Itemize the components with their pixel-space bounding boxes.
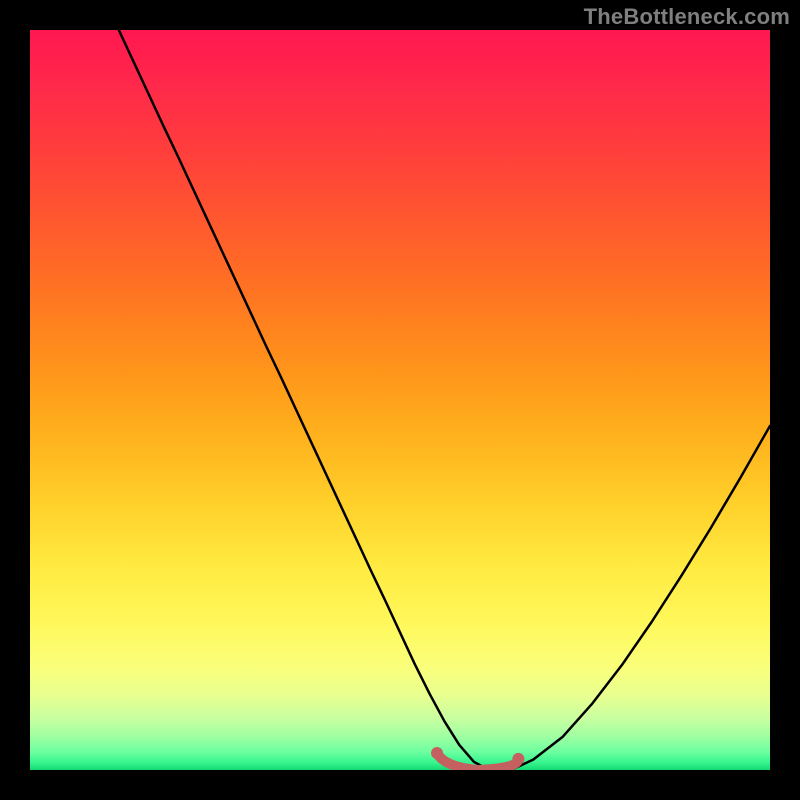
plot-svg — [30, 30, 770, 770]
chart-frame: TheBottleneck.com — [0, 0, 800, 800]
plot-area — [30, 30, 770, 770]
sweet-spot-endpoint-right — [512, 753, 524, 765]
gradient-bg — [30, 30, 770, 770]
sweet-spot-endpoint-left — [431, 747, 443, 759]
watermark-label: TheBottleneck.com — [584, 4, 790, 30]
